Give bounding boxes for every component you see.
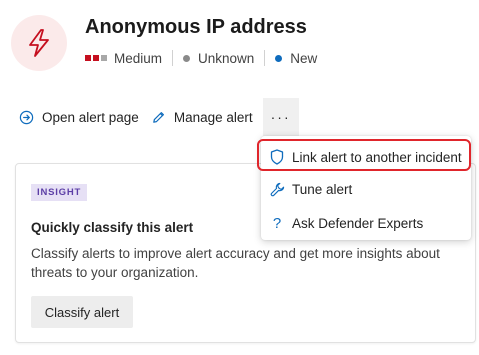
- open-alert-page-label: Open alert page: [42, 109, 139, 125]
- shield-icon: [270, 149, 284, 165]
- status-dot-icon: [275, 54, 283, 62]
- manage-alert-label: Manage alert: [173, 109, 253, 125]
- more-actions-button[interactable]: ···: [262, 98, 299, 136]
- divider: [264, 50, 266, 66]
- status-label: New: [290, 50, 318, 66]
- severity-label: Medium: [114, 50, 163, 66]
- question-icon: ?: [272, 214, 282, 232]
- insight-title: Quickly classify this alert: [31, 220, 194, 235]
- severity-bars-icon: [85, 55, 107, 61]
- menu-item-tune-alert[interactable]: Tune alert: [261, 172, 471, 206]
- insight-badge: INSIGHT: [31, 184, 88, 201]
- menu-item-link-alert[interactable]: Link alert to another incident: [261, 140, 471, 174]
- menu-item-label: Link alert to another incident: [292, 149, 462, 165]
- divider: [172, 50, 174, 66]
- menu-item-label: Ask Defender Experts: [292, 215, 424, 231]
- arrow-circle-icon: [19, 110, 34, 124]
- menu-item-label: Tune alert: [292, 181, 353, 197]
- lightning-bolt-icon: [29, 29, 49, 57]
- more-actions-menu: Link alert to another incident Tune aler…: [261, 136, 471, 240]
- alert-type-icon: [11, 15, 67, 71]
- alert-meta: Medium Unknown New: [85, 49, 317, 67]
- open-alert-page-button[interactable]: Open alert page: [13, 98, 145, 136]
- wrench-icon: [270, 182, 284, 196]
- status-dot-icon: [183, 54, 191, 62]
- pencil-icon: [153, 111, 164, 123]
- menu-item-ask-experts[interactable]: ? Ask Defender Experts: [261, 206, 471, 240]
- manage-alert-button[interactable]: Manage alert: [145, 98, 259, 136]
- classify-alert-button[interactable]: Classify alert: [31, 296, 133, 328]
- determination-label: Unknown: [198, 50, 255, 66]
- alert-title: Anonymous IP address: [85, 16, 307, 38]
- insight-description: Classify alerts to improve alert accurac…: [31, 246, 440, 280]
- action-bar: Open alert page Manage alert ···: [13, 98, 299, 136]
